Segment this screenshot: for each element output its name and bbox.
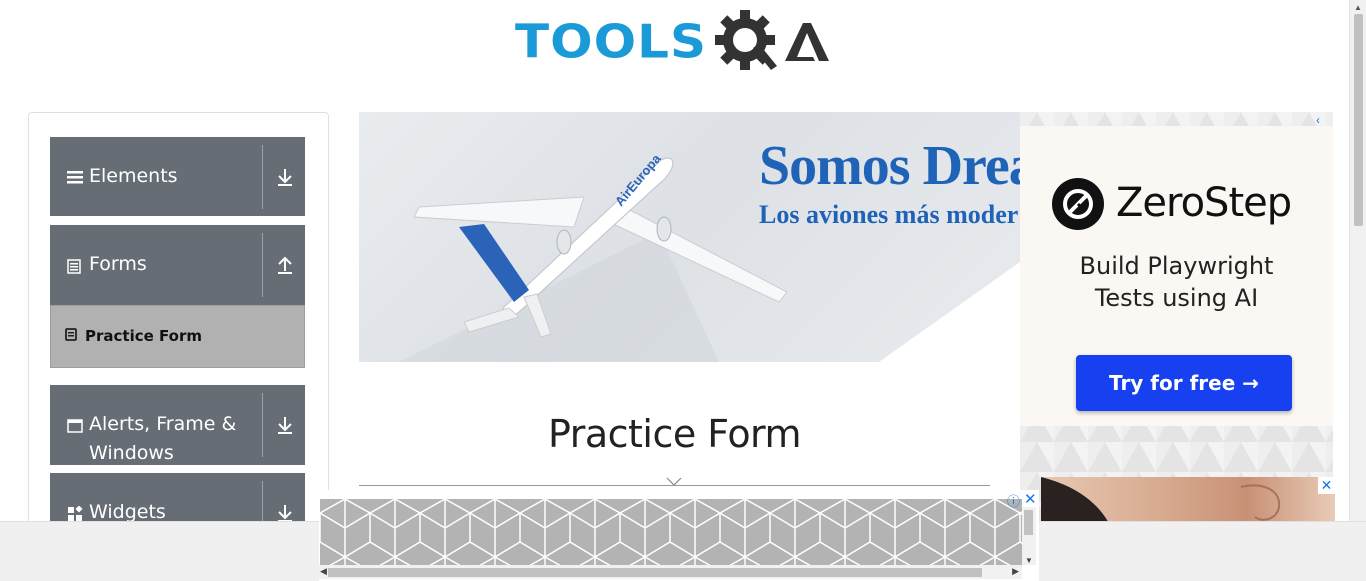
- ad-pattern-image: [320, 499, 1022, 565]
- sidebar-group-elements[interactable]: Elements: [50, 137, 305, 216]
- ad-info-icon[interactable]: ⓘ: [1007, 491, 1020, 510]
- upload-arrow-icon[interactable]: [276, 255, 298, 279]
- window-icon: [67, 419, 83, 438]
- sidebar-group-label: Elements: [89, 165, 178, 187]
- group-divider: [262, 145, 263, 209]
- page-title: Practice Form: [547, 412, 802, 456]
- scrollbar-thumb[interactable]: [1024, 510, 1033, 535]
- ad-card: ZeroStep Build Playwright Tests using AI…: [1020, 126, 1333, 426]
- ad-close-icon[interactable]: ✕: [1024, 490, 1037, 508]
- sidebar-item-label: Practice Form: [85, 327, 202, 345]
- face-image-ad[interactable]: [1041, 477, 1335, 527]
- try-for-free-button[interactable]: Try for free →: [1076, 355, 1292, 411]
- scroll-down-icon[interactable]: ▼: [1025, 556, 1033, 565]
- banner-subline: Los aviones más moder: [759, 200, 1019, 229]
- download-arrow-icon[interactable]: [276, 167, 298, 191]
- sidebar-item-practice-form[interactable]: Practice Form: [50, 305, 305, 368]
- banner-headline: Somos Drea: [759, 135, 1020, 197]
- logo-gear-q: [709, 5, 829, 79]
- sidebar-group-label: Forms: [89, 253, 147, 275]
- group-divider: [262, 393, 263, 457]
- scroll-right-icon[interactable]: ▶: [1012, 566, 1019, 577]
- zerostep-logo-icon: [1052, 178, 1104, 230]
- page-scrollbar[interactable]: ▲: [1349, 0, 1366, 521]
- chevron-down-icon: [666, 477, 682, 486]
- ad-horizontal-scrollbar[interactable]: ◀ ▶: [319, 565, 1022, 579]
- ad-back-chevron-icon[interactable]: ‹: [1316, 113, 1320, 127]
- form-icon: [65, 328, 77, 346]
- page: TOOLS ▲ Elements Forms Practice Form Ale…: [0, 0, 1366, 581]
- sidebar-group-label: Alerts, Frame &: [89, 413, 237, 435]
- ad-tagline-line1: Build Playwright: [1079, 252, 1274, 280]
- ad-close-icon[interactable]: ✕: [1318, 477, 1335, 494]
- scrollbar-thumb[interactable]: [1354, 14, 1363, 226]
- toolsqa-logo[interactable]: TOOLS: [515, 6, 829, 78]
- sidebar: Elements Forms Practice Form Alerts, Fra…: [28, 112, 329, 553]
- bottom-ad[interactable]: ⓘ ✕ ▼ ◀ ▶: [319, 490, 1039, 581]
- ad-vertical-scrollbar[interactable]: ▼: [1022, 507, 1036, 565]
- logo-a-mark: [785, 23, 829, 61]
- group-divider: [262, 233, 263, 297]
- download-arrow-icon[interactable]: [276, 415, 298, 439]
- document-icon: [67, 259, 81, 279]
- scrollbar-thumb[interactable]: [328, 568, 982, 577]
- ad-tagline: Build Playwright Tests using AI: [1020, 250, 1333, 314]
- logo-text-tools: TOOLS: [515, 15, 707, 69]
- gear-q-icon: [715, 10, 777, 70]
- face-image: [1041, 477, 1281, 527]
- scroll-left-icon[interactable]: ◀: [320, 566, 327, 577]
- sidebar-group-alerts-frame-windows[interactable]: Alerts, Frame & Windows: [50, 385, 305, 465]
- sidebar-group-forms[interactable]: Forms: [50, 225, 305, 305]
- ad-brand-name: ZeroStep: [1116, 180, 1292, 226]
- ad-tagline-line2: Tests using AI: [1094, 284, 1259, 312]
- scroll-up-icon[interactable]: ▲: [1354, 3, 1362, 12]
- hamburger-icon: [67, 170, 83, 189]
- zerostep-ad[interactable]: ZeroStep Build Playwright Tests using AI…: [1020, 112, 1333, 522]
- banner-ad[interactable]: AirEuropa Somos Drea Los aviones más mod…: [359, 112, 1020, 362]
- sidebar-group-label-line2: Windows: [89, 442, 174, 464]
